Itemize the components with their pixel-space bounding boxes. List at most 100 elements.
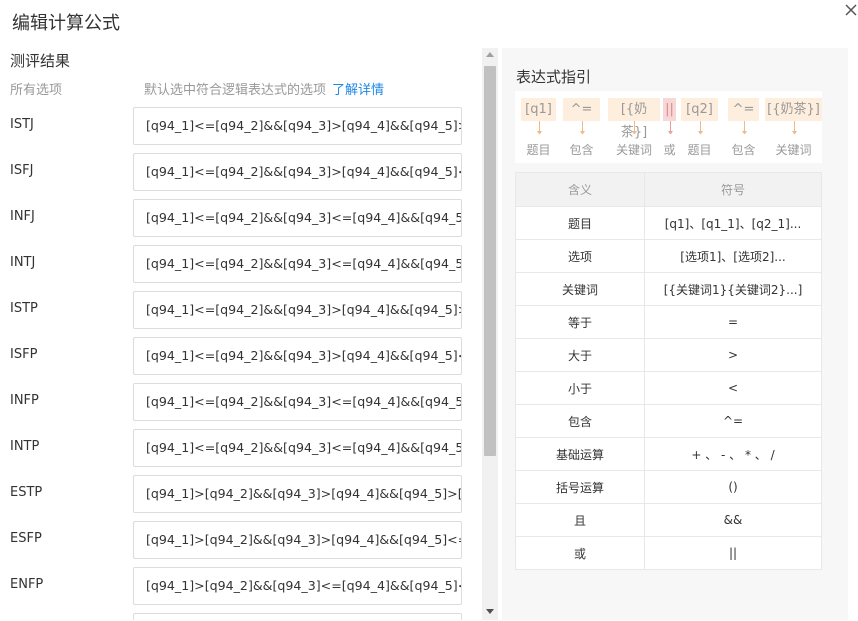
pointer-arrow-icon	[741, 131, 747, 134]
option-row: ISTP [q94_1]<=[q94_2]&&[q94_3]>[q94_4]&&[…	[0, 291, 480, 329]
guide-title: 表达式指引	[516, 68, 592, 86]
cell-meaning: 包含	[515, 404, 645, 438]
cell-symbol: + 、 - 、 * 、 /	[644, 437, 822, 471]
option-row	[0, 613, 480, 620]
option-label: INFJ	[10, 209, 35, 224]
table-row: 且 &&	[515, 503, 822, 537]
option-row: ISFP [q94_1]<=[q94_2]&&[q94_3]>[q94_4]&&[…	[0, 337, 480, 375]
option-row: INFJ [q94_1]<=[q94_2]&&[q94_3]<=[q94_4]&&…	[0, 199, 480, 237]
close-icon[interactable]	[843, 2, 858, 18]
table-header-meaning: 含义	[515, 172, 645, 207]
cell-symbol: [{关键词1}{关键词2}...]	[644, 272, 822, 306]
pointer-arrow-icon	[791, 131, 797, 134]
option-row: ISTJ [q94_1]<=[q94_2]&&[q94_3]>[q94_4]&&[…	[0, 107, 480, 145]
token: ^=	[563, 98, 600, 121]
scroll-thumb[interactable]	[484, 66, 496, 456]
option-label: INTP	[10, 439, 40, 454]
option-label: ISFP	[10, 347, 38, 362]
table-row: 大于 >	[515, 338, 822, 372]
pointer-arrow-icon	[632, 131, 637, 134]
table-row: 或 ||	[515, 536, 822, 570]
expression-input[interactable]: [q94_1]>[q94_2]&&[q94_3]>[q94_4]&&[q94_5…	[133, 475, 462, 513]
dialog-title: 编辑计算公式	[12, 13, 120, 34]
pointer-arrow-icon	[536, 131, 542, 134]
option-row: ESFP [q94_1]>[q94_2]&&[q94_3]>[q94_4]&&[q…	[0, 521, 480, 559]
expression-input[interactable]: [q94_1]>[q94_2]&&[q94_3]<=[q94_4]&&[q94_…	[133, 567, 462, 605]
token: [{奶茶}]	[765, 98, 822, 121]
cell-meaning: 小于	[515, 371, 645, 405]
option-label: ISTP	[10, 301, 38, 316]
cell-meaning: 选项	[515, 239, 645, 273]
token: [q2]	[681, 98, 718, 121]
expression-input[interactable]: [q94_1]<=[q94_2]&&[q94_3]<=[q94_4]&&[q94…	[133, 199, 462, 237]
expression-input[interactable]: [q94_1]<=[q94_2]&&[q94_3]<=[q94_4]&&[q94…	[133, 429, 462, 467]
scrollbar[interactable]	[482, 48, 498, 620]
cell-meaning: 且	[515, 503, 645, 537]
cell-meaning: 题目	[515, 206, 645, 240]
option-row: ENFP [q94_1]>[q94_2]&&[q94_3]<=[q94_4]&&[…	[0, 567, 480, 605]
cell-symbol: [q1]、[q1_1]、[q2_1]...	[644, 206, 822, 240]
cell-symbol: ||	[644, 536, 822, 570]
option-label: ISTJ	[10, 117, 34, 132]
hint-text: 默认选中符合逻辑表达式的选项	[144, 83, 327, 98]
cell-symbol: ^=	[644, 404, 822, 438]
option-row: ESTP [q94_1]>[q94_2]&&[q94_3]>[q94_4]&&[q…	[0, 475, 480, 513]
cell-meaning: 基础运算	[515, 437, 645, 471]
token-or: ||	[663, 98, 676, 121]
option-label: ISFJ	[10, 163, 34, 178]
table-row: 基础运算 + 、 - 、 * 、 /	[515, 437, 822, 471]
expression-input[interactable]: [q94_1]<=[q94_2]&&[q94_3]>[q94_4]&&[q94_…	[133, 337, 462, 375]
option-row: ISFJ [q94_1]<=[q94_2]&&[q94_3]>[q94_4]&&[…	[0, 153, 480, 191]
token-caption: 包含	[569, 143, 594, 157]
table-row: 小于 <	[515, 371, 822, 405]
cell-meaning: 大于	[515, 338, 645, 372]
cell-symbol: ()	[644, 470, 822, 504]
option-row: INFP [q94_1]<=[q94_2]&&[q94_3]<=[q94_4]&&…	[0, 383, 480, 421]
expression-input[interactable]: [q94_1]<=[q94_2]&&[q94_3]>[q94_4]&&[q94_…	[133, 107, 462, 145]
cell-symbol: [选项1]、[选项2]...	[644, 239, 822, 273]
symbol-reference-table: 含义 符号 题目 [q1]、[q1_1]、[q2_1]... 选项 [选项1]、[选项…	[515, 172, 822, 570]
option-label: INTJ	[10, 255, 36, 270]
expression-input[interactable]: [q94_1]<=[q94_2]&&[q94_3]>[q94_4]&&[q94_…	[133, 291, 462, 329]
token-caption: 题目	[687, 143, 712, 157]
cell-symbol: <	[644, 371, 822, 405]
table-row: 包含 ^=	[515, 404, 822, 438]
learn-more-link[interactable]: 了解详情	[332, 83, 384, 98]
option-row: INTJ [q94_1]<=[q94_2]&&[q94_3]<=[q94_4]&&…	[0, 245, 480, 283]
section-title: 测评结果	[10, 52, 71, 70]
option-row: INTP [q94_1]<=[q94_2]&&[q94_3]<=[q94_4]&&…	[0, 429, 480, 467]
expression-example: [q1] 题目 ^= 包含 [{奶茶}] 关键词 || 或 [q2] 题目 ^= 包含 [{奶茶}] 关键…	[515, 91, 822, 163]
expression-input[interactable]: [q94_1]<=[q94_2]&&[q94_3]<=[q94_4]&&[q94…	[133, 245, 462, 283]
column-header-hint: 默认选中符合逻辑表达式的选项 了解详情	[144, 79, 384, 98]
cell-symbol: &&	[644, 503, 822, 537]
expression-input[interactable]: [q94_1]>[q94_2]&&[q94_3]>[q94_4]&&[q94_5…	[133, 521, 462, 559]
token-caption: 题目	[526, 143, 551, 157]
table-row: 等于 =	[515, 305, 822, 339]
option-label: ENFP	[10, 577, 44, 592]
table-row: 选项 [选项1]、[选项2]...	[515, 239, 822, 273]
cell-symbol: >	[644, 338, 822, 372]
expression-guide-panel: 表达式指引 [q1] 题目 ^= 包含 [{奶茶}] 关键词 || 或 [q2] 题目 ^= 包含[{…	[502, 48, 848, 620]
token: [q1]	[521, 98, 556, 121]
cell-meaning: 关键词	[515, 272, 645, 306]
cell-meaning: 括号运算	[515, 470, 645, 504]
scroll-up-arrow-icon[interactable]	[486, 52, 494, 57]
table-row: 括号运算()	[515, 470, 822, 504]
cell-meaning: 等于	[515, 305, 645, 339]
table-row: 题目 [q1]、[q1_1]、[q2_1]...	[515, 206, 822, 240]
column-header-all-options: 所有选项	[10, 83, 63, 98]
pointer-arrow-icon	[579, 131, 585, 134]
pointer-arrow-icon	[697, 131, 703, 134]
expression-input[interactable]: [q94_1]<=[q94_2]&&[q94_3]>[q94_4]&&[q94_…	[133, 153, 462, 191]
token: [{奶茶}]	[608, 98, 660, 140]
expression-input[interactable]: [q94_1]<=[q94_2]&&[q94_3]<=[q94_4]&&[q94…	[133, 383, 462, 421]
option-label: ESTP	[10, 485, 43, 500]
cell-meaning: 或	[515, 536, 645, 570]
table-header-symbol: 符号	[644, 172, 822, 207]
expression-input[interactable]	[133, 613, 462, 620]
cell-symbol: =	[644, 305, 822, 339]
scroll-down-arrow-icon[interactable]	[486, 609, 494, 614]
option-label: INFP	[10, 393, 39, 408]
pointer-arrow-icon	[667, 131, 673, 134]
token-caption: 包含	[731, 143, 756, 157]
